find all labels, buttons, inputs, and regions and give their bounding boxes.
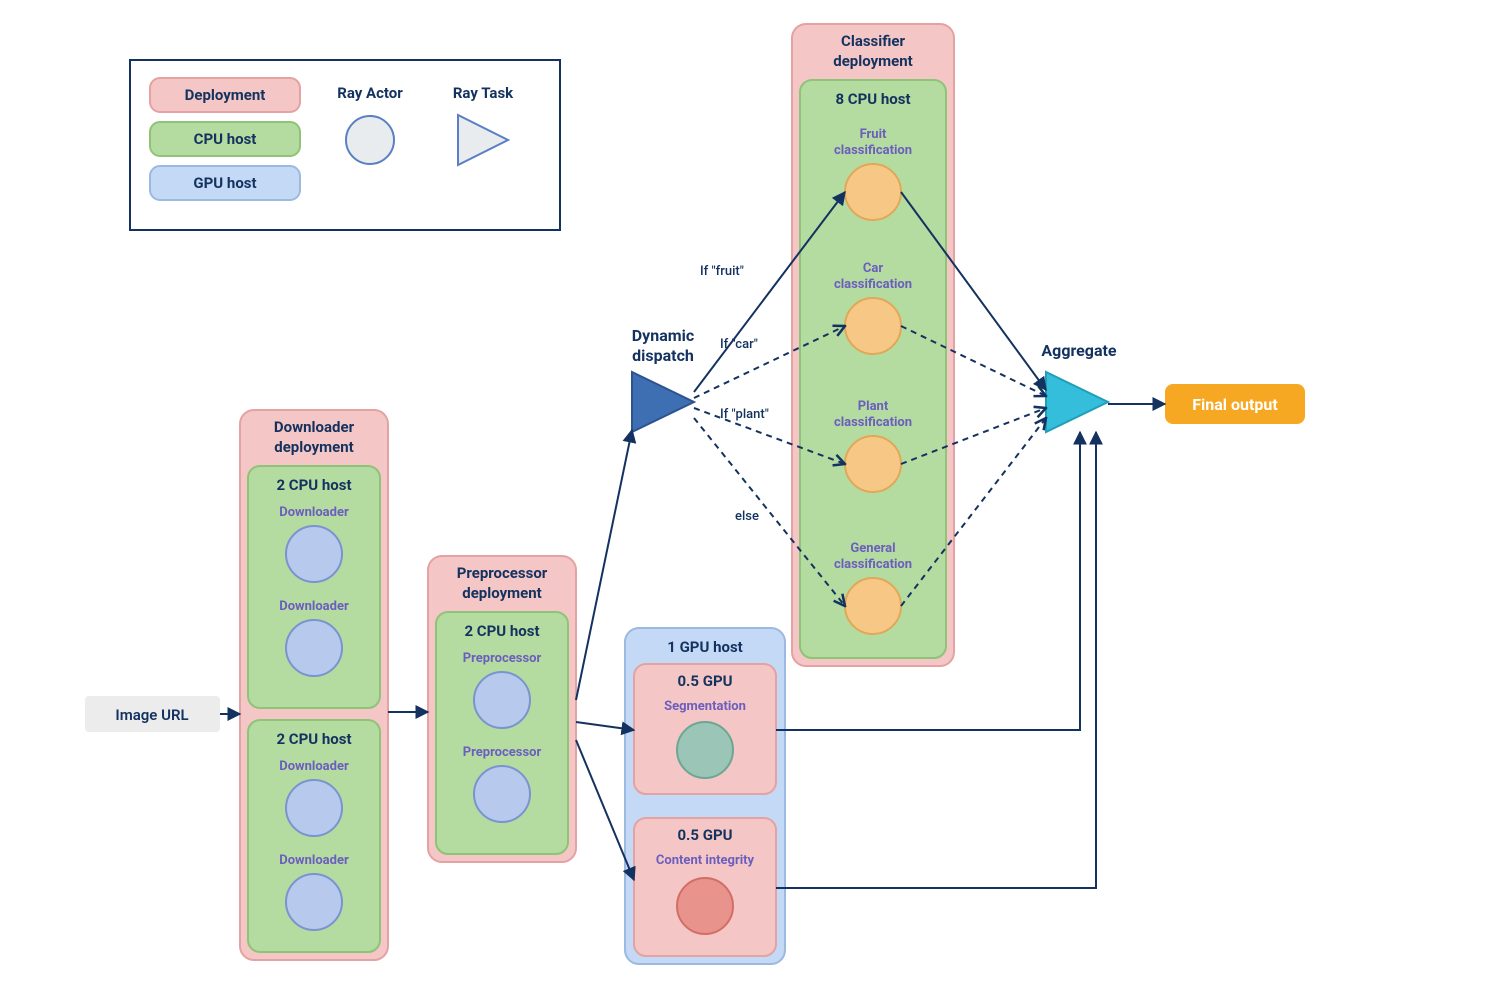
downloader-deployment: Downloader deployment 2 CPU host Downloa… [240, 410, 388, 960]
general-actor-icon [845, 578, 901, 634]
branch-else-label: else [735, 509, 759, 524]
content-integrity-box: 0.5 GPU Content integrity [634, 818, 776, 956]
gpu-host: 1 GPU host 0.5 GPU Segmentation 0.5 GPU … [625, 628, 785, 964]
dispatch-title-2: dispatch [632, 346, 694, 365]
branch-plant-label: If "plant" [720, 407, 769, 422]
downloader-cpu-host-1: 2 CPU host Downloader Downloader [248, 466, 380, 708]
downloader-actor-1-icon [286, 526, 342, 582]
plant-actor-icon [845, 436, 901, 492]
preprocessor-actor-1-label: Preprocessor [463, 651, 542, 666]
legend-box: Deployment CPU host GPU host Ray Actor R… [130, 60, 560, 230]
preprocessor-title-1: Preprocessor [457, 564, 548, 582]
ci-actor-icon [677, 878, 733, 934]
preprocessor-host-label: 2 CPU host [464, 622, 539, 640]
aggregate-label: Aggregate [1041, 341, 1117, 360]
preprocessor-actor-1-icon [474, 672, 530, 728]
architecture-diagram: Deployment CPU host GPU host Ray Actor R… [0, 0, 1500, 1000]
classifier-title-2: deployment [833, 52, 912, 70]
legend-gpu-label: GPU host [193, 174, 256, 192]
downloader-actor-3-icon [286, 780, 342, 836]
preprocessor-title-2: deployment [462, 584, 541, 602]
legend-cpu-label: CPU host [194, 130, 257, 148]
classifier-title-1: Classifier [841, 32, 905, 50]
downloader-host2-label: 2 CPU host [276, 730, 351, 748]
downloader-actor-2-label: Downloader [279, 599, 349, 614]
branch-fruit-label: If "fruit" [700, 264, 744, 279]
dynamic-dispatch-task: Dynamic dispatch [632, 326, 694, 432]
general-label-1: General [850, 541, 895, 556]
general-label-2: classification [834, 557, 912, 572]
downloader-title-1: Downloader [274, 418, 355, 436]
downloader-actor-1-label: Downloader [279, 505, 349, 520]
edge-preprocessor-dispatch [576, 430, 632, 700]
classifier-host-label: 8 CPU host [835, 90, 910, 108]
car-actor-icon [845, 298, 901, 354]
fruit-label-1: Fruit [860, 127, 887, 142]
downloader-title-2: deployment [274, 438, 353, 456]
dispatch-task-icon [632, 372, 694, 432]
preprocessor-actor-2-label: Preprocessor [463, 745, 542, 760]
classifier-cpu-host: 8 CPU host Fruit classification Car clas… [800, 80, 946, 658]
dispatch-title-1: Dynamic [632, 326, 694, 345]
plant-label-1: Plant [858, 399, 889, 414]
legend-task-label: Ray Task [453, 84, 514, 102]
ci-gpu-label: 0.5 GPU [677, 826, 732, 844]
image-url-label: Image URL [115, 706, 188, 724]
preprocessor-deployment: Preprocessor deployment 2 CPU host Prepr… [428, 556, 576, 862]
seg-actor-label: Segmentation [664, 699, 746, 714]
final-output: Final output [1165, 384, 1305, 424]
preprocessor-cpu-host: 2 CPU host Preprocessor Preprocessor [436, 612, 568, 854]
branch-car-label: If "car" [720, 337, 758, 352]
car-label-2: classification [834, 277, 912, 292]
downloader-actor-4-icon [286, 874, 342, 930]
legend-actor-label: Ray Actor [337, 84, 403, 102]
aggregate-task: Aggregate [1041, 341, 1117, 432]
legend-actor-icon [346, 116, 394, 164]
downloader-actor-4-label: Downloader [279, 853, 349, 868]
fruit-actor-icon [845, 164, 901, 220]
seg-gpu-label: 0.5 GPU [677, 672, 732, 690]
image-url-input: Image URL [85, 696, 220, 732]
downloader-host1-label: 2 CPU host [276, 476, 351, 494]
seg-actor-icon [677, 722, 733, 778]
gpu-host-label: 1 GPU host [667, 638, 743, 656]
downloader-cpu-host-2: 2 CPU host Downloader Downloader [248, 720, 380, 952]
ci-actor-label: Content integrity [656, 853, 755, 868]
downloader-actor-2-icon [286, 620, 342, 676]
car-label-1: Car [863, 261, 883, 276]
segmentation-box: 0.5 GPU Segmentation [634, 664, 776, 794]
output-label: Final output [1192, 395, 1278, 414]
fruit-label-2: classification [834, 143, 912, 158]
preprocessor-actor-2-icon [474, 766, 530, 822]
legend-deployment-label: Deployment [185, 86, 266, 104]
aggregate-task-icon [1046, 372, 1108, 432]
downloader-actor-3-label: Downloader [279, 759, 349, 774]
plant-label-2: classification [834, 415, 912, 430]
